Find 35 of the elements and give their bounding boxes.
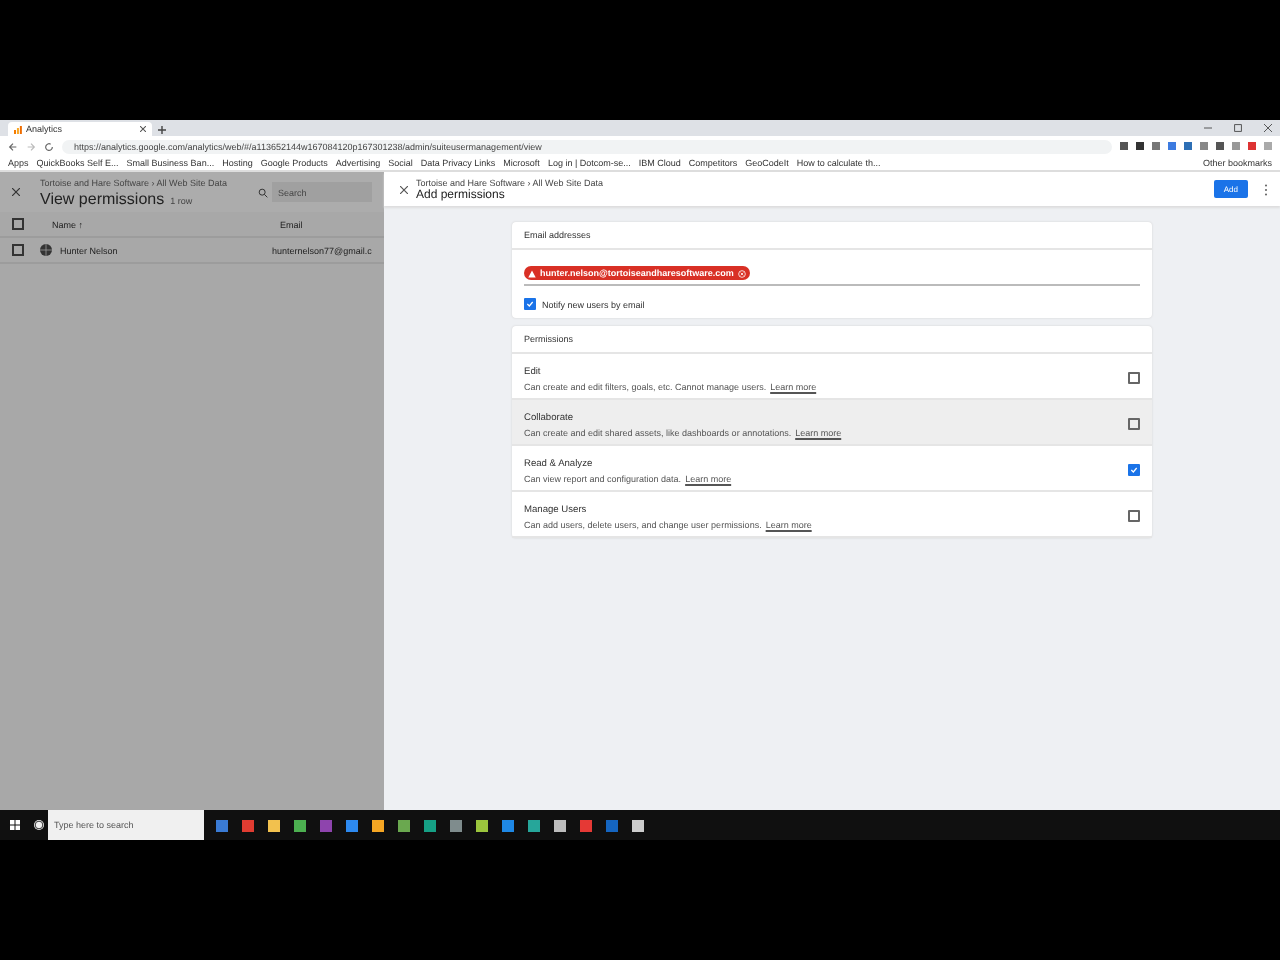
close-icon[interactable] [12, 188, 20, 196]
taskbar-app-icon[interactable] [293, 819, 305, 831]
taskbar-app-icon[interactable] [423, 819, 435, 831]
reload-icon[interactable] [44, 141, 54, 151]
back-arrow-icon[interactable] [8, 141, 18, 151]
checkbox[interactable] [1128, 417, 1140, 429]
taskbar-app-icon[interactable] [345, 819, 357, 831]
close-icon[interactable] [1264, 124, 1272, 132]
taskbar-app-icon[interactable] [397, 819, 409, 831]
remove-icon[interactable] [737, 269, 746, 277]
maximize-icon[interactable] [1234, 124, 1242, 132]
globe-icon [40, 244, 52, 256]
close-icon[interactable] [400, 185, 408, 193]
checkbox[interactable] [1128, 509, 1140, 521]
checkbox[interactable] [1128, 371, 1140, 383]
checkbox[interactable] [1128, 463, 1140, 475]
checkbox[interactable] [12, 244, 24, 256]
panel-title: View permissions [40, 189, 165, 207]
windows-icon[interactable] [10, 820, 20, 830]
chart-icon [14, 125, 22, 133]
checkbox[interactable] [524, 298, 536, 310]
taskbar-app-icon[interactable] [371, 819, 383, 831]
taskbar-app-icon[interactable] [527, 819, 539, 831]
warning-icon [528, 269, 536, 277]
taskbar-app-icon[interactable] [449, 819, 461, 831]
search-icon [258, 187, 268, 197]
plus-icon[interactable] [158, 126, 166, 134]
close-icon[interactable] [140, 126, 146, 132]
circle-icon [34, 820, 44, 830]
taskbar-app-icon[interactable] [475, 819, 487, 831]
taskbar-app-icon[interactable] [267, 819, 279, 831]
taskbar-app-icon[interactable] [501, 819, 513, 831]
taskbar-app-icon[interactable] [553, 819, 565, 831]
checkbox[interactable] [12, 218, 24, 230]
taskbar-app-icon[interactable] [631, 819, 643, 831]
